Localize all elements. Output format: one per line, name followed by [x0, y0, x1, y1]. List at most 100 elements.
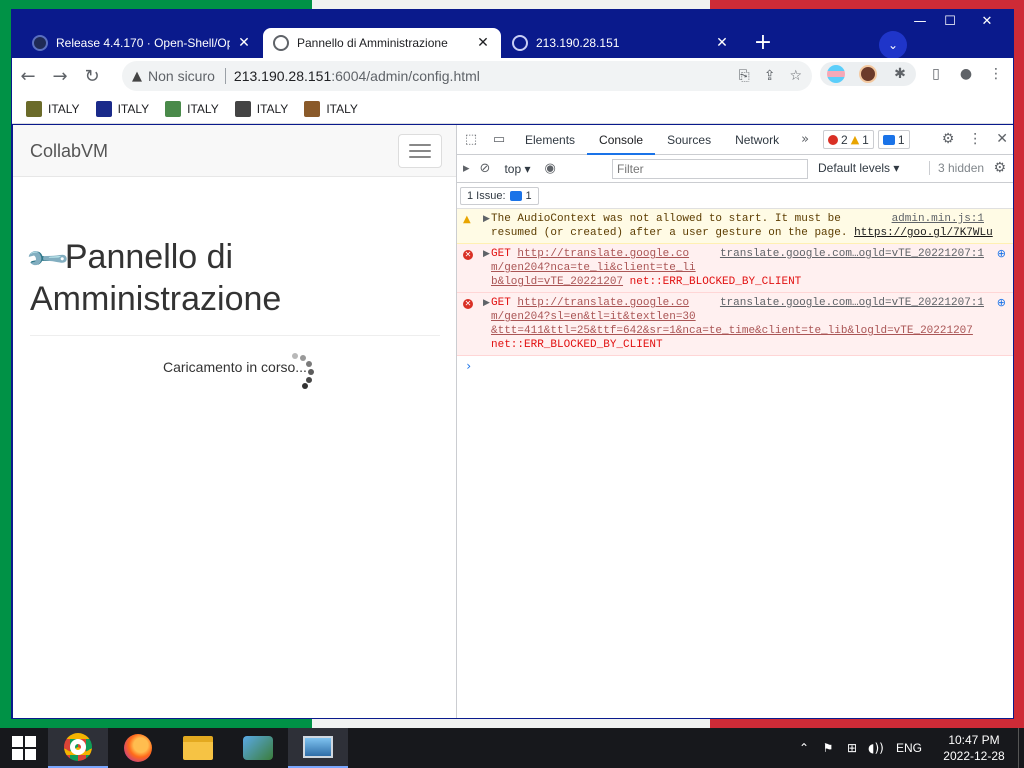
tab-search-button[interactable]: ⌄	[879, 31, 907, 59]
device-toolbar-icon[interactable]: ▭	[485, 132, 513, 147]
devtools-close-icon[interactable]: ✕	[996, 131, 1008, 147]
request-url[interactable]: http://translate.google.co	[517, 297, 689, 309]
issue-count: 1	[897, 132, 905, 147]
network-request-icon[interactable]: ⊕	[997, 247, 1006, 261]
error-text: net::ERR_BLOCKED_BY_CLIENT	[491, 339, 663, 351]
hamburger-bar	[409, 150, 431, 152]
clock-time: 10:47 PM	[948, 733, 1000, 747]
tab-close-icon[interactable]: ✕	[475, 35, 491, 51]
context-selector[interactable]: top ▾	[500, 162, 534, 176]
bookmark-item[interactable]: ITALY	[95, 100, 149, 117]
devtools-badges: 2 ▲ 1 1	[823, 130, 910, 149]
message-source-link[interactable]: translate.google.com…ogld=vTE_20221207:1	[720, 247, 984, 261]
message-source-link[interactable]: admin.min.js:1	[892, 212, 984, 226]
profile-icon[interactable]: ●	[956, 64, 976, 84]
navbar-toggle-button[interactable]	[398, 134, 442, 168]
address-bar[interactable]: ▲ Non sicuro 213.190.28.151:6004/admin/c…	[122, 61, 812, 91]
action-center-flag-icon[interactable]: ⚑	[816, 741, 840, 755]
expand-arrow-icon[interactable]: ▶	[483, 296, 490, 310]
reload-button[interactable]: ↻	[76, 60, 108, 92]
back-button[interactable]: ←	[12, 60, 44, 92]
photos-icon	[303, 736, 333, 758]
bookmark-star-icon[interactable]: ☆	[789, 68, 802, 84]
clock[interactable]: 10:47 PM 2022-12-28	[934, 732, 1014, 764]
live-expression-eye-icon[interactable]: ◉	[544, 161, 555, 176]
devtools-menu-icon[interactable]: ⋮	[968, 131, 982, 147]
issues-button[interactable]: 1 Issue: 1	[460, 186, 539, 205]
context-value: top	[504, 161, 522, 176]
taskbar-network-app[interactable]	[228, 728, 288, 768]
error-warning-badge[interactable]: 2 ▲ 1	[823, 130, 874, 149]
message-link[interactable]: https://goo.gl/7K7WLu	[854, 227, 993, 239]
more-tabs-icon[interactable]: »	[791, 132, 819, 147]
new-tab-button[interactable]: +	[751, 32, 775, 56]
bookmark-item[interactable]: ITALY	[165, 100, 219, 117]
chrome-icon	[64, 733, 92, 761]
console-message-error[interactable]: ✕ ▶ translate.google.com…ogld=vTE_202212…	[457, 293, 1013, 356]
expand-arrow-icon[interactable]: ▶	[483, 247, 490, 261]
expand-arrow-icon[interactable]: ▶	[483, 212, 490, 226]
input-language[interactable]: ENG	[896, 741, 922, 755]
taskbar-firefox[interactable]	[108, 728, 168, 768]
tab-release[interactable]: Release 4.4.170 · Open-Shell/Ope ✕	[22, 28, 262, 58]
tab-admin-panel[interactable]: Pannello di Amministrazione ✕	[263, 28, 501, 58]
bookmark-item[interactable]: ITALY	[304, 100, 358, 117]
devtools-tab-network[interactable]: Network	[723, 125, 791, 155]
warning-icon[interactable]: ▲	[132, 69, 142, 84]
clear-console-icon[interactable]: ⊘	[480, 161, 491, 176]
request-url[interactable]: m/gen204?nca=te_li&client=te_li	[491, 261, 1006, 275]
tab-close-icon[interactable]: ✕	[714, 35, 730, 51]
extension-flag-icon[interactable]	[826, 64, 846, 84]
console-filter-input[interactable]	[612, 159, 808, 179]
show-desktop-button[interactable]	[1018, 728, 1024, 768]
tab-ip-address[interactable]: 213.190.28.151 ✕	[502, 28, 740, 58]
console-prompt[interactable]: ›	[457, 356, 1013, 376]
taskbar-chrome[interactable]	[48, 728, 108, 768]
page-title: 🔧Pannello di Amministrazione	[23, 235, 440, 319]
taskbar-file-explorer[interactable]	[168, 728, 228, 768]
console-message-warning[interactable]: ▲ ▶ admin.min.js:1 The AudioContext was …	[457, 209, 1013, 244]
start-button[interactable]	[0, 728, 48, 768]
error-icon: ✕	[463, 299, 473, 309]
request-url[interactable]: http://translate.google.co	[517, 248, 689, 260]
browser-menu-icon[interactable]: ⋮	[986, 64, 1006, 84]
console-settings-gear-icon[interactable]: ⚙	[993, 160, 1006, 176]
volume-icon[interactable]: ◖))	[864, 741, 888, 755]
request-url[interactable]: b&logld=vTE_20221207	[491, 276, 623, 288]
extensions-puzzle-icon[interactable]: ✱	[890, 64, 910, 84]
bookmark-item[interactable]: ITALY	[26, 100, 80, 117]
hamburger-bar	[409, 144, 431, 146]
show-hidden-icons-icon[interactable]: ⌃	[792, 741, 816, 755]
system-tray: ⌃ ⚑ ⊞ ◖)) ENG 10:47 PM 2022-12-28	[792, 728, 1024, 768]
share-icon[interactable]: ⇪	[764, 68, 776, 84]
taskbar: ⌃ ⚑ ⊞ ◖)) ENG 10:47 PM 2022-12-28	[0, 728, 1024, 768]
settings-gear-icon[interactable]: ⚙	[942, 131, 955, 147]
tab-title: Pannello di Amministrazione	[297, 36, 448, 50]
issues-label: 1 Issue:	[467, 189, 506, 202]
devtools-tab-sources[interactable]: Sources	[655, 125, 723, 155]
issues-badge[interactable]: 1	[877, 130, 910, 149]
network-icon[interactable]: ⊞	[840, 741, 864, 755]
console-message-error[interactable]: ✕ ▶ translate.google.com…ogld=vTE_202212…	[457, 244, 1013, 293]
log-levels-dropdown[interactable]: Default levels ▾	[818, 161, 899, 175]
taskbar-photos[interactable]	[288, 728, 348, 768]
message-source-link[interactable]: translate.google.com…ogld=vTE_20221207:1	[720, 296, 984, 310]
bookmark-item[interactable]: ITALY	[234, 100, 288, 117]
devtools-actions: ⚙ ⋮ ✕	[942, 131, 1008, 147]
network-request-icon[interactable]: ⊕	[997, 296, 1006, 310]
extension-avatar-icon[interactable]	[858, 64, 878, 84]
devtools-tab-console[interactable]: Console	[587, 125, 656, 155]
request-url[interactable]: m/gen204?sl=en&tl=it&textlen=30	[491, 310, 1006, 324]
request-url[interactable]: &ttt=411&ttl=25&ttf=642&sr=1&nca=te_time…	[491, 324, 1006, 338]
tab-close-icon[interactable]: ✕	[236, 35, 252, 51]
side-panel-icon[interactable]: ▯	[926, 64, 946, 84]
sidebar-toggle-icon[interactable]: ▸	[463, 161, 470, 176]
forward-button[interactable]: →	[44, 60, 76, 92]
navbar-brand[interactable]: CollabVM	[30, 141, 108, 162]
translate-icon[interactable]: ⎘	[739, 68, 750, 84]
windows-logo-icon	[12, 736, 36, 760]
devtools-tab-elements[interactable]: Elements	[513, 125, 587, 155]
security-label[interactable]: Non sicuro	[148, 68, 215, 84]
inspect-element-icon[interactable]: ⬚	[457, 132, 485, 147]
issues-count: 1	[525, 189, 532, 202]
